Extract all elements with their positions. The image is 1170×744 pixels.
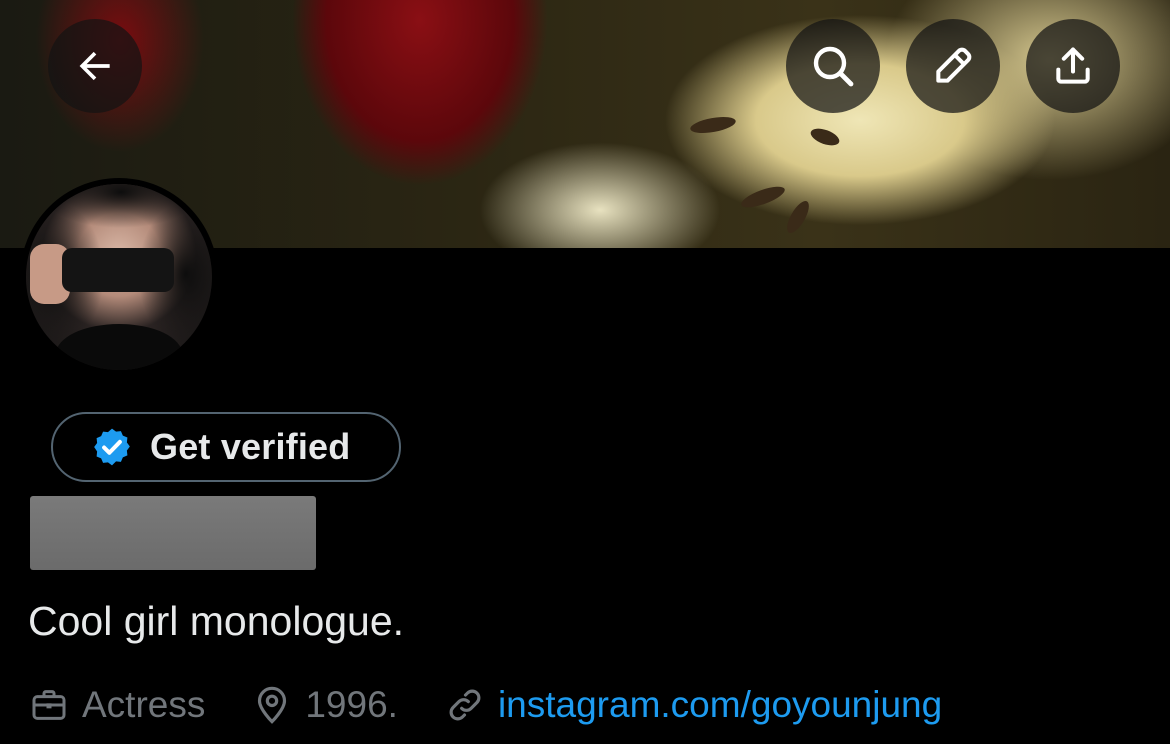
briefcase-icon bbox=[28, 684, 70, 726]
location-text: 1996. bbox=[305, 684, 398, 725]
get-verified-button[interactable]: Get verified bbox=[51, 412, 401, 482]
location-item: 1996. bbox=[251, 684, 398, 726]
location-pin-icon bbox=[251, 684, 293, 726]
profession-item: Actress bbox=[28, 684, 205, 726]
share-button[interactable] bbox=[1026, 19, 1120, 113]
avatar-image bbox=[26, 184, 212, 370]
profile-bio: Cool girl monologue. bbox=[28, 598, 405, 644]
website-item[interactable]: instagram.com/goyounjung bbox=[444, 684, 942, 726]
link-icon bbox=[444, 684, 486, 726]
avatar-decoration bbox=[62, 248, 174, 292]
arrow-left-icon bbox=[79, 51, 110, 81]
pencil-icon bbox=[936, 47, 972, 83]
verified-badge-icon bbox=[90, 425, 134, 469]
profile-avatar[interactable] bbox=[20, 178, 218, 376]
back-button[interactable] bbox=[48, 19, 142, 113]
profile-meta: Actress 1996. instagram.com/goyounjung bbox=[28, 680, 942, 730]
search-icon bbox=[813, 46, 854, 87]
banner-decoration bbox=[689, 114, 737, 136]
redacted-display-name bbox=[30, 496, 316, 570]
banner-decoration bbox=[738, 182, 788, 212]
share-upload-icon bbox=[1056, 47, 1090, 84]
get-verified-label: Get verified bbox=[150, 426, 351, 467]
banner-decoration bbox=[782, 197, 814, 237]
banner-decoration bbox=[808, 125, 842, 149]
search-button[interactable] bbox=[786, 19, 880, 113]
profession-text: Actress bbox=[82, 684, 206, 725]
edit-button[interactable] bbox=[906, 19, 1000, 113]
website-link[interactable]: instagram.com/goyounjung bbox=[498, 684, 942, 726]
